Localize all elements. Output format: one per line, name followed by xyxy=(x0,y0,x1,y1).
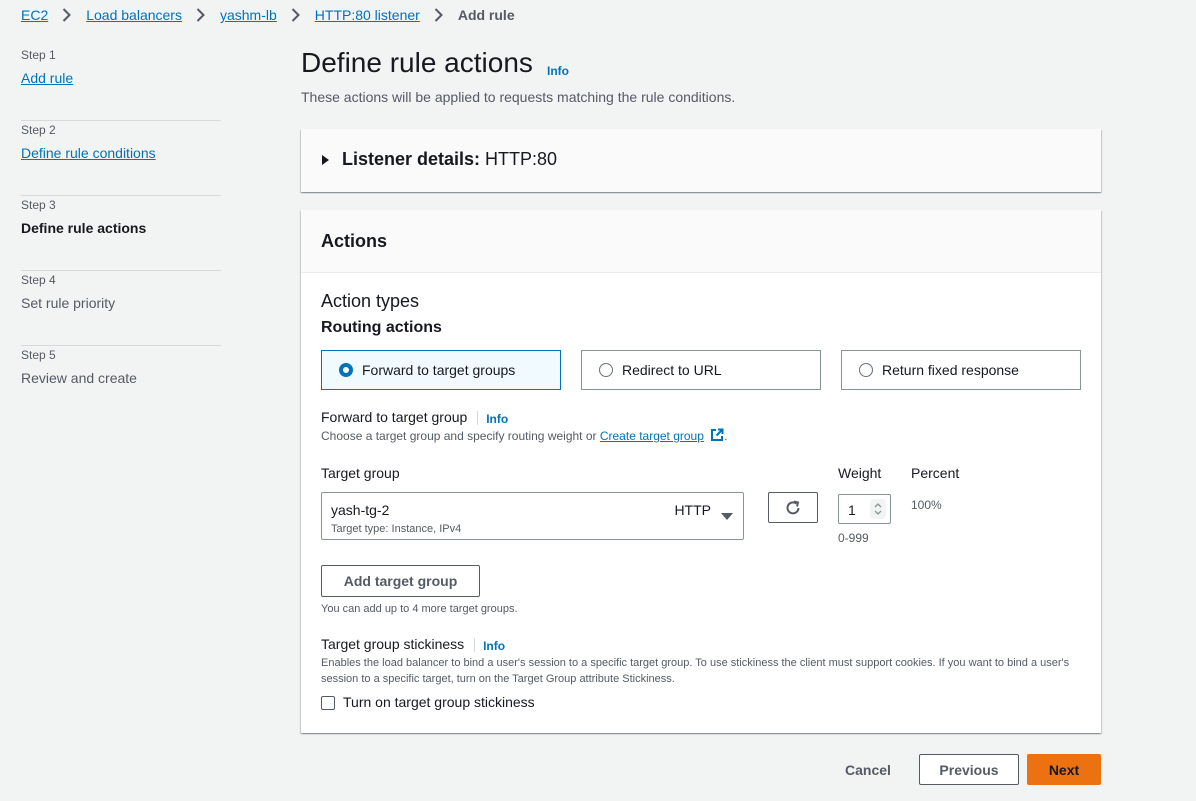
target-group-protocol: HTTP xyxy=(674,502,711,518)
step-2: Step 2 Define rule conditions xyxy=(21,121,221,196)
target-group-description: Target type: Instance, IPv4 xyxy=(331,523,462,535)
percent-label: Percent xyxy=(911,465,960,481)
tile-label: Return fixed response xyxy=(882,362,1019,378)
step-1: Step 1 Add rule xyxy=(21,46,221,121)
target-group-value: yash-tg-2 xyxy=(331,502,390,518)
stickiness-label-text: Target group stickiness xyxy=(321,636,465,652)
tile-redirect-to-url[interactable]: Redirect to URL xyxy=(581,350,821,390)
step-number: Step 2 xyxy=(21,123,56,137)
page-title: Define rule actions xyxy=(301,47,533,78)
step-link-add-rule[interactable]: Add rule xyxy=(21,70,73,86)
step-current-define-rule-actions: Define rule actions xyxy=(21,220,147,236)
actions-title: Actions xyxy=(321,231,388,251)
step-number: Step 4 xyxy=(21,273,56,287)
forward-description: Choose a target group and specify routin… xyxy=(321,428,728,446)
refresh-button[interactable] xyxy=(768,492,818,523)
step-4: Step 4 Set rule priority xyxy=(21,271,221,346)
add-target-group-hint: You can add up to 4 more target groups. xyxy=(321,603,518,615)
weight-value: 1 xyxy=(848,502,856,518)
stickiness-checkbox-label[interactable]: Turn on target group stickiness xyxy=(343,694,535,710)
listener-details-panel[interactable]: Listener details: HTTP:80 xyxy=(301,129,1101,192)
forward-label-text: Forward to target group xyxy=(321,409,468,425)
tile-return-fixed-response[interactable]: Return fixed response xyxy=(841,350,1081,390)
radio-icon[interactable] xyxy=(599,363,613,377)
breadcrumb: EC2 Load balancers yashm-lb HTTP:80 list… xyxy=(21,7,515,23)
caret-down-icon xyxy=(721,513,733,520)
wizard-steps: Step 1 Add rule Step 2 Define rule condi… xyxy=(21,46,221,421)
actions-panel: Actions Action types Routing actions For… xyxy=(301,210,1101,733)
tile-forward-to-target-groups[interactable]: Forward to target groups xyxy=(321,350,561,390)
weight-stepper[interactable] xyxy=(870,499,886,519)
page-description: These actions will be applied to request… xyxy=(301,89,736,105)
caret-right-icon xyxy=(322,154,329,165)
forward-desc-text: Choose a target group and specify routin… xyxy=(321,429,600,443)
breadcrumb-load-balancer[interactable]: yashm-lb xyxy=(220,7,277,23)
listener-details-label: Listener details: xyxy=(342,149,481,169)
target-group-select[interactable]: yash-tg-2 Target type: Instance, IPv4 HT… xyxy=(321,492,744,540)
stickiness-description: Enables the load balancer to bind a user… xyxy=(321,657,1070,685)
breadcrumb-listener[interactable]: HTTP:80 listener xyxy=(315,7,420,23)
chevron-right-icon xyxy=(62,8,72,22)
routing-actions-heading: Routing actions xyxy=(321,319,442,336)
breadcrumb-load-balancers[interactable]: Load balancers xyxy=(86,7,182,23)
forward-desc-suffix: . xyxy=(724,429,728,443)
external-link-icon[interactable] xyxy=(710,428,724,446)
stickiness-info-link[interactable]: Info xyxy=(483,639,505,653)
target-group-label: Target group xyxy=(321,465,400,481)
chevron-right-icon xyxy=(291,8,300,22)
tile-label: Redirect to URL xyxy=(622,362,722,378)
chevron-right-icon xyxy=(434,8,443,22)
refresh-icon xyxy=(784,499,802,517)
step-3: Step 3 Define rule actions xyxy=(21,196,221,271)
step-number: Step 1 xyxy=(21,48,56,62)
stepper-up-down-icon[interactable] xyxy=(873,501,883,517)
percent-value: 100% xyxy=(911,498,942,512)
step-number: Step 3 xyxy=(21,198,56,212)
next-button[interactable]: Next xyxy=(1027,754,1101,785)
actions-header: Actions xyxy=(301,210,1101,273)
step-5: Step 5 Review and create xyxy=(21,346,221,421)
step-review-and-create: Review and create xyxy=(21,370,137,386)
step-link-define-rule-conditions[interactable]: Define rule conditions xyxy=(21,145,156,161)
forward-info-link[interactable]: Info xyxy=(486,412,508,426)
weight-label: Weight xyxy=(838,465,882,481)
page-info-link[interactable]: Info xyxy=(547,64,569,78)
previous-button[interactable]: Previous xyxy=(919,754,1019,785)
radio-icon[interactable] xyxy=(859,363,873,377)
breadcrumb-current: Add rule xyxy=(457,7,515,23)
tile-label: Forward to target groups xyxy=(362,362,516,378)
listener-details-value: HTTP:80 xyxy=(485,149,558,169)
cancel-button[interactable]: Cancel xyxy=(831,754,905,785)
step-number: Step 5 xyxy=(21,348,56,362)
radio-selected-icon[interactable] xyxy=(339,363,353,377)
create-target-group-link[interactable]: Create target group xyxy=(600,429,704,443)
stickiness-label: Target group stickiness Info xyxy=(321,636,505,653)
action-types-heading: Action types xyxy=(321,291,420,311)
add-target-group-button[interactable]: Add target group xyxy=(321,565,480,597)
forward-to-target-group-label: Forward to target group Info xyxy=(321,409,508,426)
stickiness-checkbox[interactable] xyxy=(321,696,335,710)
breadcrumb-ec2[interactable]: EC2 xyxy=(21,7,48,23)
weight-input[interactable]: 1 xyxy=(838,494,891,524)
step-set-rule-priority: Set rule priority xyxy=(21,295,116,311)
weight-hint: 0-999 xyxy=(838,531,869,545)
listener-details-header[interactable]: Listener details: HTTP:80 xyxy=(322,149,557,170)
chevron-right-icon xyxy=(196,8,205,22)
